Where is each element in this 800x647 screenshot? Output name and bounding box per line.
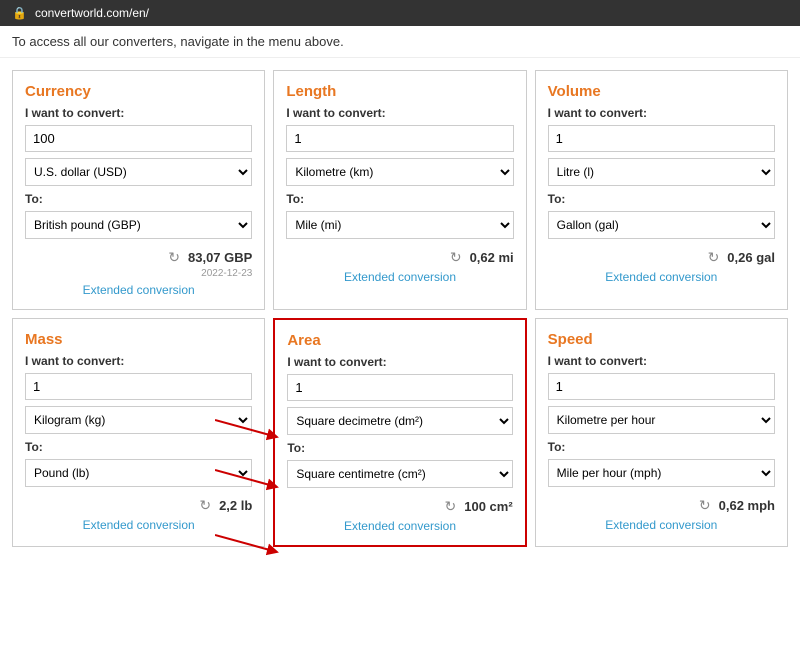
card-result-currency: 83,07 GBP [188,250,252,265]
card-from-select-length[interactable]: Kilometre (km) [286,158,513,186]
card-result-area: 100 cm² [464,499,512,514]
card-to-select-mass[interactable]: Pound (lb) [25,459,252,487]
card-input-area[interactable] [287,374,512,401]
refresh-icon-volume[interactable]: ↻ [708,249,720,266]
converter-card-area: Area I want to convert: Square decimetre… [273,318,526,547]
card-result-row-volume: ↻ 0,26 gal [548,249,775,266]
top-notice: To access all our converters, navigate i… [0,26,800,58]
card-title-length: Length [286,83,513,100]
extended-link-length[interactable]: Extended conversion [286,270,513,284]
card-label-speed: I want to convert: [548,354,775,368]
card-input-length[interactable] [286,125,513,152]
card-input-mass[interactable] [25,373,252,400]
card-title-speed: Speed [548,331,775,348]
converter-card-currency: Currency I want to convert: U.S. dollar … [12,70,265,310]
card-title-volume: Volume [548,83,775,100]
card-title-mass: Mass [25,331,252,348]
card-from-select-volume[interactable]: Litre (l) [548,158,775,186]
converter-card-volume: Volume I want to convert: Litre (l) To: … [535,70,788,310]
card-title-area: Area [287,332,512,349]
card-input-volume[interactable] [548,125,775,152]
card-result-volume: 0,26 gal [727,250,775,265]
card-label-volume: I want to convert: [548,106,775,120]
card-date-currency: 2022-12-23 [25,268,252,279]
converters-grid: Currency I want to convert: U.S. dollar … [0,58,800,559]
card-from-select-area[interactable]: Square decimetre (dm²) [287,407,512,435]
lock-icon: 🔒 [12,6,27,20]
card-result-length: 0,62 mi [470,250,514,265]
card-from-select-mass[interactable]: Kilogram (kg) [25,406,252,434]
card-title-currency: Currency [25,83,252,100]
address-bar: 🔒 convertworld.com/en/ [0,0,800,26]
refresh-icon-mass[interactable]: ↻ [199,497,211,514]
card-to-select-currency[interactable]: British pound (GBP) [25,211,252,239]
card-from-select-speed[interactable]: Kilometre per hour [548,406,775,434]
extended-link-currency[interactable]: Extended conversion [25,283,252,297]
extended-link-volume[interactable]: Extended conversion [548,270,775,284]
card-to-label-mass: To: [25,440,252,454]
card-result-row-currency: ↻ 83,07 GBP [25,249,252,266]
card-to-label-area: To: [287,441,512,455]
card-to-label-length: To: [286,192,513,206]
card-to-label-speed: To: [548,440,775,454]
card-label-length: I want to convert: [286,106,513,120]
card-input-speed[interactable] [548,373,775,400]
extended-link-area[interactable]: Extended conversion [287,519,512,533]
extended-link-mass[interactable]: Extended conversion [25,518,252,532]
card-from-select-currency[interactable]: U.S. dollar (USD) [25,158,252,186]
card-result-row-area: ↻ 100 cm² [287,498,512,515]
card-label-area: I want to convert: [287,355,512,369]
card-to-select-volume[interactable]: Gallon (gal) [548,211,775,239]
card-result-row-length: ↻ 0,62 mi [286,249,513,266]
converter-card-length: Length I want to convert: Kilometre (km)… [273,70,526,310]
card-label-mass: I want to convert: [25,354,252,368]
refresh-icon-length[interactable]: ↻ [450,249,462,266]
card-result-row-mass: ↻ 2,2 lb [25,497,252,514]
refresh-icon-speed[interactable]: ↻ [699,497,711,514]
card-to-select-speed[interactable]: Mile per hour (mph) [548,459,775,487]
converter-card-speed: Speed I want to convert: Kilometre per h… [535,318,788,547]
extended-link-speed[interactable]: Extended conversion [548,518,775,532]
card-to-label-volume: To: [548,192,775,206]
url-text: convertworld.com/en/ [35,6,149,20]
card-result-speed: 0,62 mph [719,498,775,513]
converter-card-mass: Mass I want to convert: Kilogram (kg) To… [12,318,265,547]
refresh-icon-area[interactable]: ↻ [445,498,457,515]
card-to-select-area[interactable]: Square centimetre (cm²) [287,460,512,488]
card-to-label-currency: To: [25,192,252,206]
card-label-currency: I want to convert: [25,106,252,120]
card-to-select-length[interactable]: Mile (mi) [286,211,513,239]
refresh-icon-currency[interactable]: ↻ [168,249,180,266]
card-result-mass: 2,2 lb [219,498,252,513]
card-result-row-speed: ↻ 0,62 mph [548,497,775,514]
card-input-currency[interactable] [25,125,252,152]
